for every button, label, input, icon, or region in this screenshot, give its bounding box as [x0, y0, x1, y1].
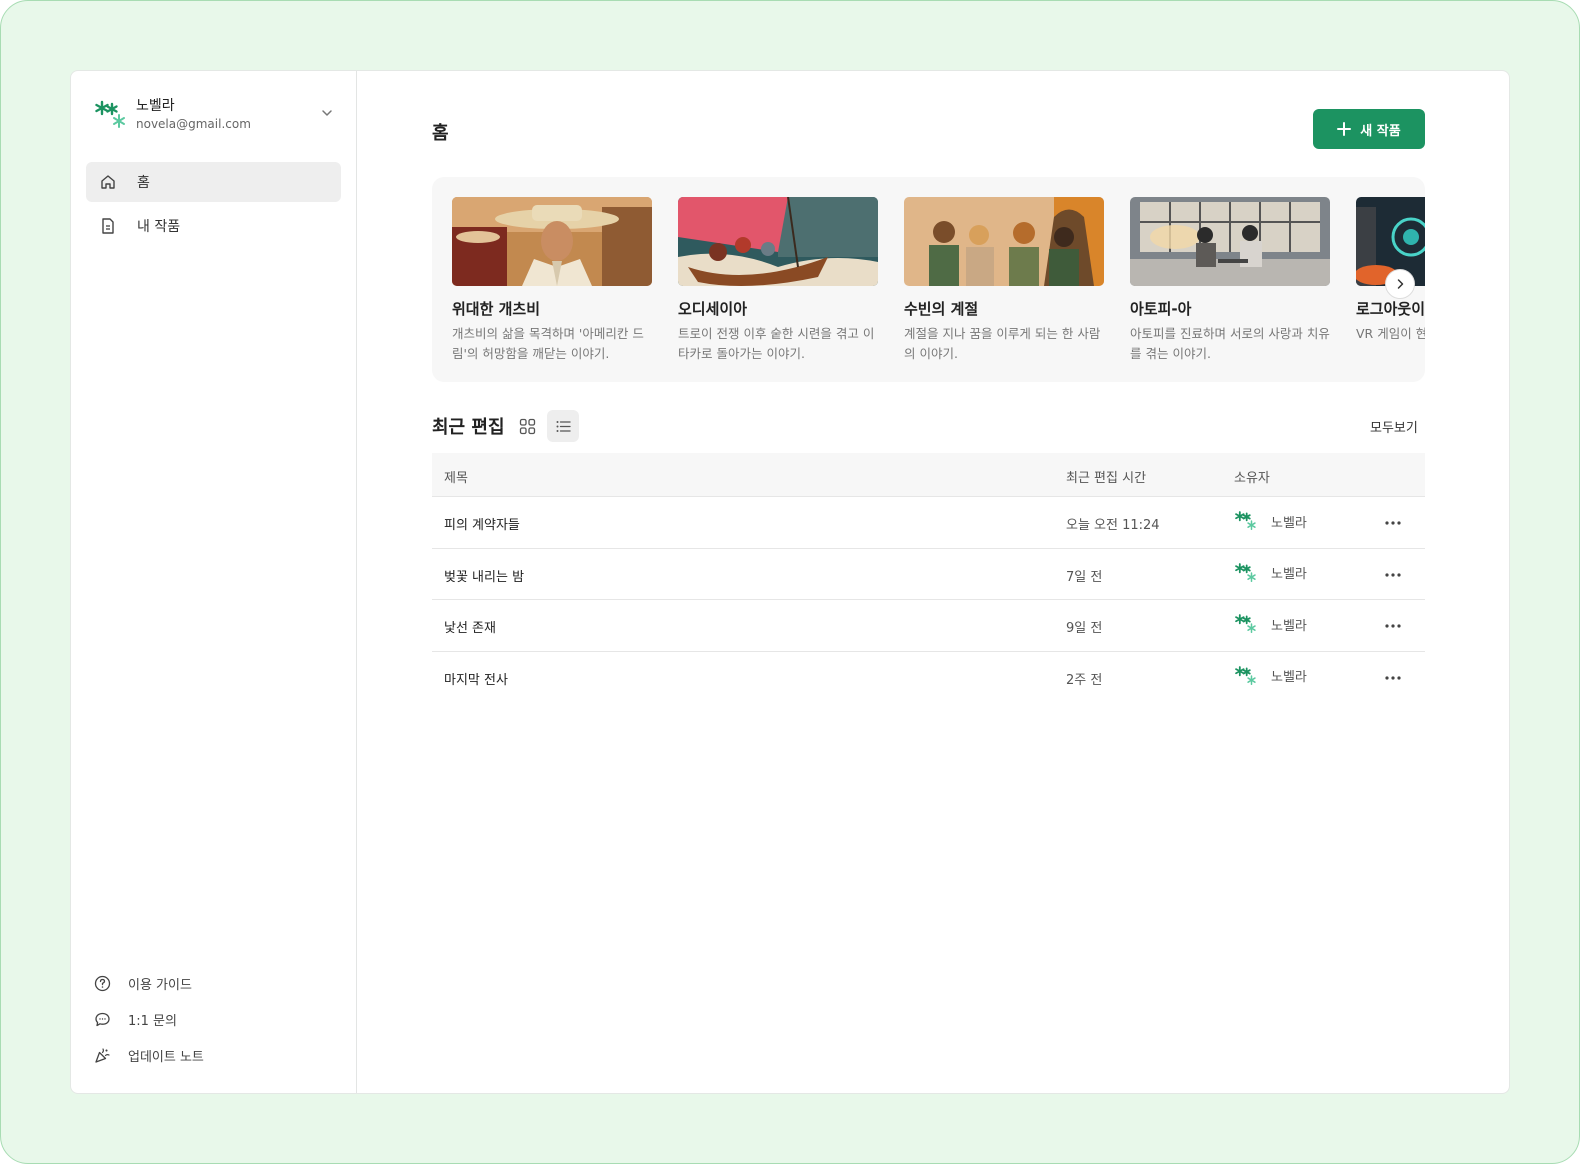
footer-item-label: 업데이트 노트 [128, 1049, 204, 1065]
nav-item-home[interactable]: 홈 [86, 162, 341, 202]
featured-card[interactable]: 로그아웃이 VR 게임이 현 진실을 위해 / [1356, 197, 1425, 344]
card-title: 로그아웃이 [1356, 300, 1425, 318]
plus-icon [1337, 122, 1352, 136]
row-edited-time: 7일 전 [1066, 569, 1103, 585]
list-icon [556, 420, 571, 432]
novela-logo-icon [95, 100, 125, 128]
owner-avatar-icon [1235, 511, 1256, 531]
party-popper-icon [94, 1047, 111, 1064]
account-switcher[interactable]: 노벨라 novela@gmail.com [95, 95, 335, 135]
row-title: 낯선 존재 [444, 621, 496, 636]
table-row[interactable]: 마지막 전사 2주 전 노벨라 [432, 652, 1425, 704]
row-title: 마지막 전사 [444, 672, 508, 688]
nav-item-label: 홈 [137, 175, 150, 191]
row-owner: 노벨라 [1235, 562, 1307, 584]
more-options-icon[interactable] [1382, 668, 1404, 688]
row-edited-time: 9일 전 [1066, 621, 1103, 636]
chevron-down-icon [322, 110, 332, 116]
row-edited-time: 2주 전 [1066, 672, 1103, 688]
card-description: 개츠비의 삶을 목격하며 '아메리칸 드림'의 허망함을 깨닫는 이야기. [452, 326, 644, 361]
card-description: VR 게임이 현 진실을 위해 / [1356, 326, 1425, 341]
new-work-button[interactable]: 새 작품 [1313, 109, 1425, 149]
column-header-title[interactable]: 제목 [444, 467, 468, 486]
featured-card[interactable]: 아토피-아 아토피를 진료하며 서로의 사랑과 치유를 겪는 이야기. [1130, 197, 1330, 364]
nav-item-label: 내 작품 [137, 219, 181, 235]
list-view-button[interactable] [547, 410, 579, 442]
footer-item-guide[interactable]: 이용 가이드 [94, 971, 192, 995]
card-title: 위대한 개츠비 [452, 300, 541, 318]
featured-card[interactable]: 위대한 개츠비 개츠비의 삶을 목격하며 '아메리칸 드림'의 허망함을 깨닫는… [452, 197, 652, 364]
table-header: 제목 최근 편집 시간 소유자 [432, 453, 1425, 497]
help-circle-icon [94, 975, 111, 992]
chevron-right-icon [1397, 279, 1404, 289]
sidebar: 노벨라 novela@gmail.com 홈 내 작품 이용 가이드 1:1 문… [71, 71, 357, 1093]
row-owner: 노벨라 [1235, 510, 1307, 532]
owner-name: 노벨라 [1271, 670, 1307, 685]
table-row[interactable]: 피의 계약자들 오늘 오전 11:24 노벨라 [432, 497, 1425, 549]
app-window: 노벨라 novela@gmail.com 홈 내 작품 이용 가이드 1:1 문… [70, 70, 1510, 1094]
home-icon [99, 173, 117, 191]
row-owner: 노벨라 [1235, 613, 1307, 635]
card-description: 아토피를 진료하며 서로의 사랑과 치유를 겪는 이야기. [1130, 326, 1330, 361]
grid-view-button[interactable] [511, 410, 543, 442]
chat-bubble-icon [94, 1011, 111, 1028]
see-all-link[interactable]: 모두보기 [1370, 417, 1418, 436]
carousel-next-button[interactable] [1385, 269, 1415, 299]
owner-avatar-icon [1235, 665, 1256, 685]
row-title: 벚꽃 내리는 밤 [444, 569, 525, 585]
table-row[interactable]: 낯선 존재 9일 전 노벨라 [432, 600, 1425, 652]
column-header-edited-time[interactable]: 최근 편집 시간 [1066, 467, 1146, 486]
card-description: 트로이 전쟁 이후 숱한 시련을 겪고 이타카로 돌아가는 이야기. [678, 326, 875, 361]
nav-item-my-works[interactable]: 내 작품 [86, 206, 341, 246]
card-cover-image [678, 197, 878, 286]
more-options-icon[interactable] [1382, 616, 1404, 636]
card-title: 오디세이아 [678, 300, 748, 318]
card-description: 계절을 지나 꿈을 이루게 되는 한 사람의 이야기. [904, 326, 1101, 361]
owner-name: 노벨라 [1271, 567, 1307, 582]
card-title: 수빈의 계절 [904, 300, 979, 318]
table-row[interactable]: 벚꽃 내리는 밤 7일 전 노벨라 [432, 549, 1425, 600]
main-content: 홈 새 작품 위대한 개츠비 개츠비의 삶을 목격하며 '아메리칸 드림'의 허… [357, 71, 1509, 1093]
owner-name: 노벨라 [1271, 515, 1307, 531]
recent-section-title: 최근 편집 [432, 417, 505, 438]
column-header-owner[interactable]: 소유자 [1234, 467, 1270, 486]
row-owner: 노벨라 [1235, 665, 1307, 687]
owner-avatar-icon [1235, 562, 1256, 582]
owner-avatar-icon [1235, 614, 1256, 634]
owner-name: 노벨라 [1271, 618, 1307, 634]
more-options-icon[interactable] [1382, 565, 1404, 585]
document-icon [99, 217, 117, 235]
grid-icon [519, 418, 535, 434]
more-options-icon[interactable] [1382, 513, 1404, 533]
new-work-label: 새 작품 [1360, 123, 1401, 139]
card-cover-image [904, 197, 1104, 286]
account-email: novela@gmail.com [136, 117, 251, 131]
account-name: 노벨라 [136, 98, 175, 114]
page-title: 홈 [432, 123, 449, 144]
featured-card[interactable]: 오디세이아 트로이 전쟁 이후 숱한 시련을 겪고 이타카로 돌아가는 이야기. [678, 197, 878, 364]
card-title: 아토피-아 [1130, 300, 1192, 318]
recent-table: 제목 최근 편집 시간 소유자 피의 계약자들 오늘 오전 11:24 노벨라 … [432, 453, 1425, 703]
featured-carousel: 위대한 개츠비 개츠비의 삶을 목격하며 '아메리칸 드림'의 허망함을 깨닫는… [432, 177, 1425, 382]
footer-item-update-notes[interactable]: 업데이트 노트 [94, 1043, 204, 1067]
footer-item-label: 1:1 문의 [128, 1013, 177, 1029]
footer-item-label: 이용 가이드 [128, 977, 192, 993]
row-title: 피의 계약자들 [444, 518, 520, 533]
featured-card[interactable]: 수빈의 계절 계절을 지나 꿈을 이루게 되는 한 사람의 이야기. [904, 197, 1104, 364]
footer-item-inquiry[interactable]: 1:1 문의 [94, 1007, 177, 1031]
row-edited-time: 오늘 오전 11:24 [1066, 518, 1160, 533]
card-cover-image [452, 197, 652, 286]
card-cover-image [1130, 197, 1330, 286]
